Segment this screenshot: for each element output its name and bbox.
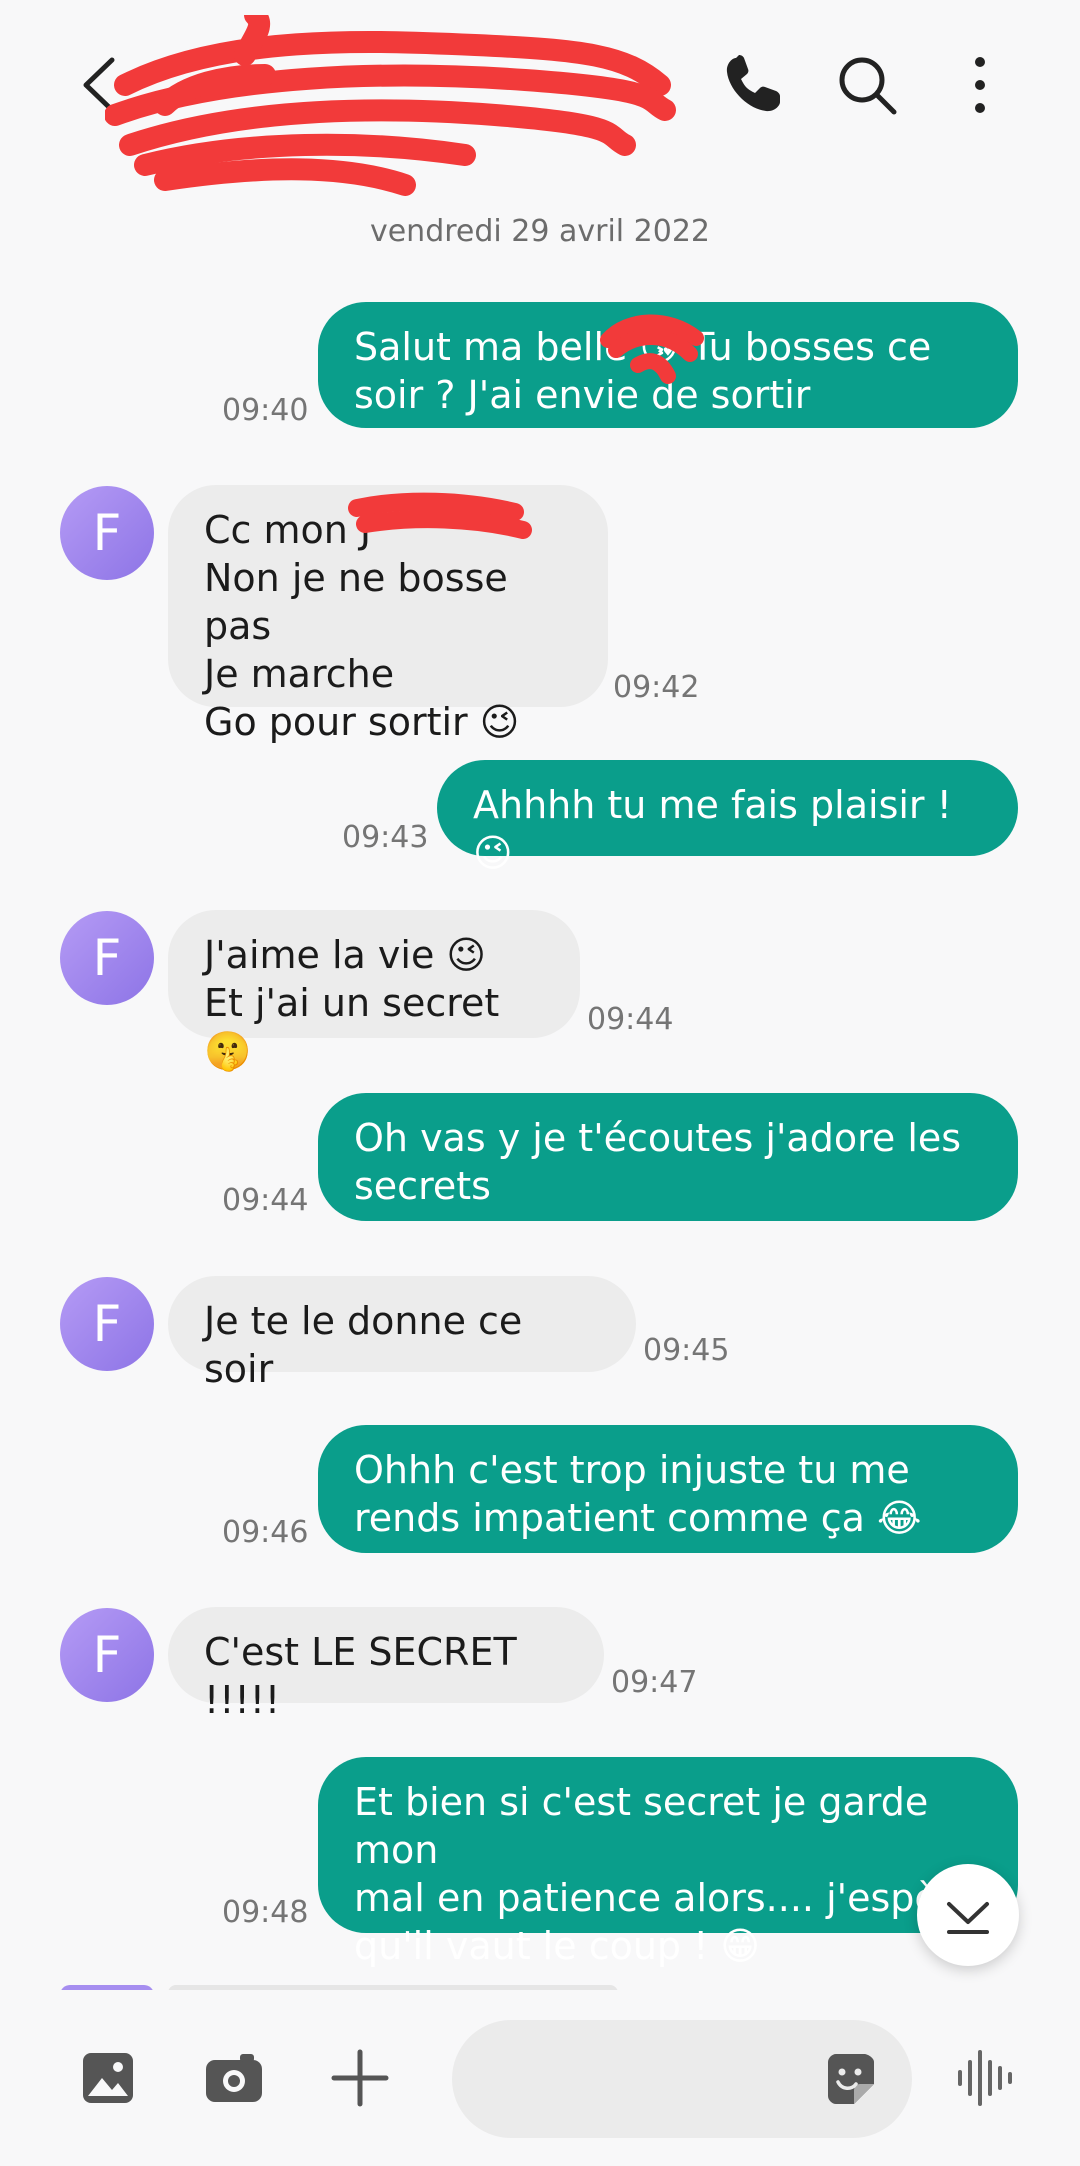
- message-time: 09:45: [643, 1333, 730, 1368]
- message-time: 09:43: [342, 820, 429, 855]
- message-time: 09:40: [222, 393, 309, 428]
- redaction-scribble: [600, 314, 704, 384]
- message-bubble[interactable]: Je te le donne ce soir: [168, 1276, 636, 1391]
- date-separator: vendredi 29 avril 2022: [369, 214, 711, 249]
- contact-avatar[interactable]: F: [60, 1608, 154, 1702]
- message-time: 09:48: [222, 1895, 309, 1930]
- camera-icon[interactable]: [204, 2050, 264, 2106]
- chevron-down-icon: [947, 1902, 989, 1934]
- phone-icon[interactable]: [718, 50, 788, 120]
- more-vertical-icon[interactable]: [955, 50, 1005, 120]
- message-bubble[interactable]: Et bien si c'est secret je garde mon mal…: [318, 1757, 1018, 1968]
- scroll-to-bottom-button[interactable]: [917, 1864, 1019, 1966]
- message-time: 09:44: [222, 1183, 309, 1218]
- contact-avatar[interactable]: F: [60, 1277, 154, 1371]
- message-time: 09:46: [222, 1515, 309, 1550]
- top-bar: [0, 0, 1080, 196]
- redaction-scribble: [348, 492, 532, 539]
- message-bubble[interactable]: Oh vas y je t'écoutes j'adore les secret…: [318, 1093, 1018, 1221]
- voice-icon[interactable]: [955, 2048, 1015, 2108]
- contact-avatar[interactable]: F: [60, 486, 154, 580]
- message-bubble[interactable]: Ahhhh tu me fais plaisir ! 😉: [437, 760, 1018, 875]
- message-input[interactable]: [452, 2020, 912, 2138]
- search-icon[interactable]: [832, 50, 902, 120]
- composer-bar: [0, 1990, 1080, 2166]
- sticker-icon[interactable]: [822, 2052, 876, 2106]
- message-time: 09:42: [613, 670, 700, 705]
- contact-avatar[interactable]: F: [60, 911, 154, 1005]
- message-time: 09:47: [611, 1665, 698, 1700]
- redaction-scribble: [105, 15, 676, 196]
- message-bubble[interactable]: C'est LE SECRET !!!!!: [168, 1607, 604, 1722]
- message-time: 09:44: [587, 1002, 674, 1037]
- image-icon[interactable]: [80, 2050, 136, 2106]
- plus-icon[interactable]: [330, 2048, 390, 2108]
- message-bubble[interactable]: Ohhh c'est trop injuste tu me rends impa…: [318, 1425, 1018, 1553]
- message-bubble[interactable]: J'aime la vie 😉 Et j'ai un secret 🤫: [168, 910, 580, 1073]
